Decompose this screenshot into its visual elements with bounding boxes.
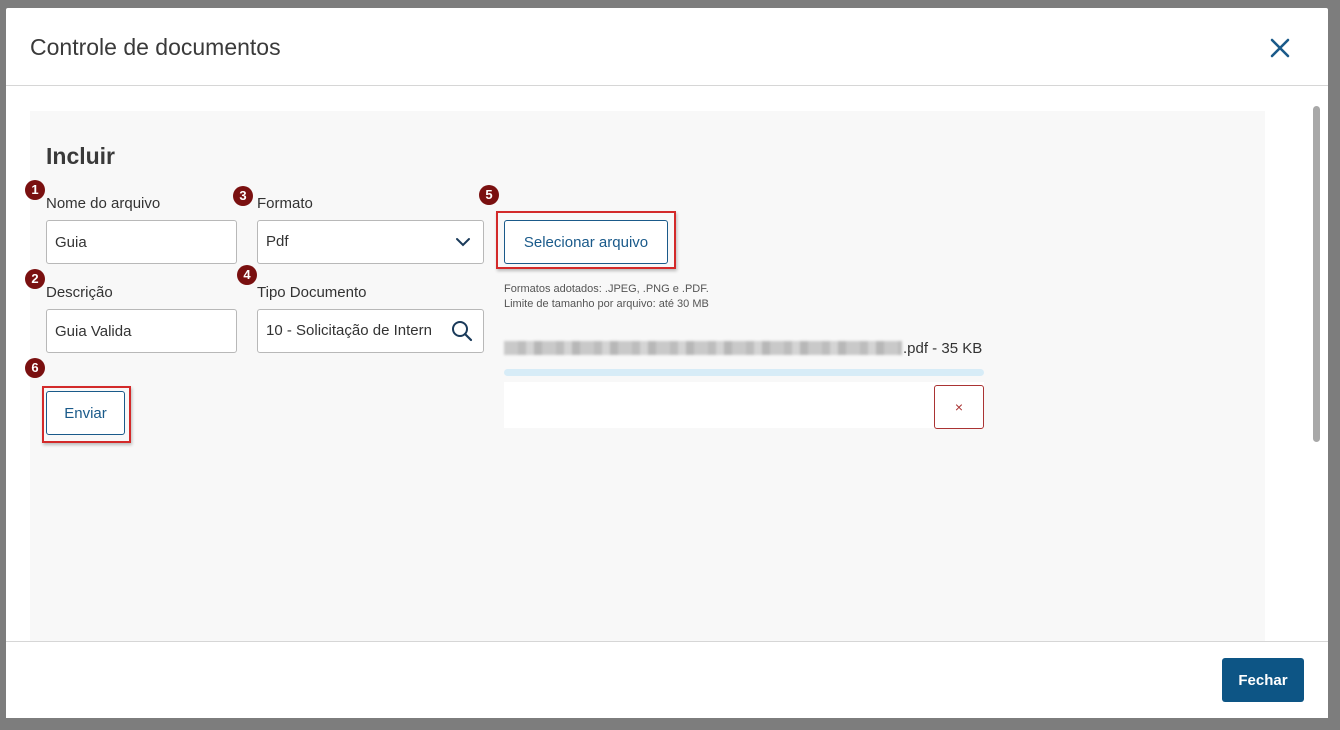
blurred-filename (504, 340, 902, 355)
modal-header: Controle de documentos (6, 8, 1328, 86)
step-badge-5: 5 (479, 185, 499, 205)
nome-arquivo-input[interactable] (46, 220, 237, 264)
nome-arquivo-label: Nome do arquivo (46, 195, 161, 212)
modal-title: Controle de documentos (30, 34, 281, 60)
formato-select[interactable]: Pdf (257, 220, 484, 264)
fechar-button[interactable]: Fechar (1222, 658, 1304, 702)
uploaded-file-name: .pdf - 35 KB (504, 340, 982, 357)
descricao-label: Descrição (46, 284, 113, 301)
upload-progress-bar (504, 369, 984, 376)
search-icon[interactable] (451, 320, 473, 342)
formato-value: Pdf (266, 233, 289, 250)
formato-label: Formato (257, 195, 313, 212)
step-badge-1: 1 (25, 180, 45, 200)
file-name-suffix: .pdf - 35 KB (903, 340, 983, 357)
section-title: Incluir (46, 143, 116, 169)
formats-help: Formatos adotados: .JPEG, .PNG e .PDF. (504, 283, 709, 295)
include-panel: Incluir 1 Nome do arquivo 2 Descrição 3 … (25, 111, 1265, 641)
modal-footer: Fechar (6, 641, 1328, 718)
selecionar-arquivo-button[interactable]: Selecionar arquivo (504, 220, 668, 264)
size-limit-help: Limite de tamanho por arquivo: até 30 MB (504, 298, 709, 310)
close-button[interactable] (1266, 34, 1294, 62)
modal-body: Incluir 1 Nome do arquivo 2 Descrição 3 … (6, 87, 1328, 641)
step-badge-6: 6 (25, 358, 45, 378)
remove-file-button[interactable]: × (934, 385, 984, 429)
step-badge-4: 4 (237, 265, 257, 285)
modal-scrollbar[interactable] (1310, 88, 1322, 642)
step-badge-3: 3 (233, 186, 253, 206)
file-row (504, 382, 984, 428)
tipo-documento-search[interactable]: 10 - Solicitação de Intern (257, 309, 484, 353)
tipo-documento-value: 10 - Solicitação de Intern (266, 322, 432, 339)
descricao-input[interactable] (46, 309, 237, 353)
close-icon (1270, 38, 1290, 58)
chevron-down-icon (456, 238, 470, 247)
tipo-documento-label: Tipo Documento (257, 284, 367, 301)
enviar-button[interactable]: Enviar (46, 391, 125, 435)
documents-modal: Controle de documentos Incluir 1 Nome do… (6, 8, 1328, 718)
scroll-thumb[interactable] (1313, 106, 1320, 442)
step-badge-2: 2 (25, 269, 45, 289)
